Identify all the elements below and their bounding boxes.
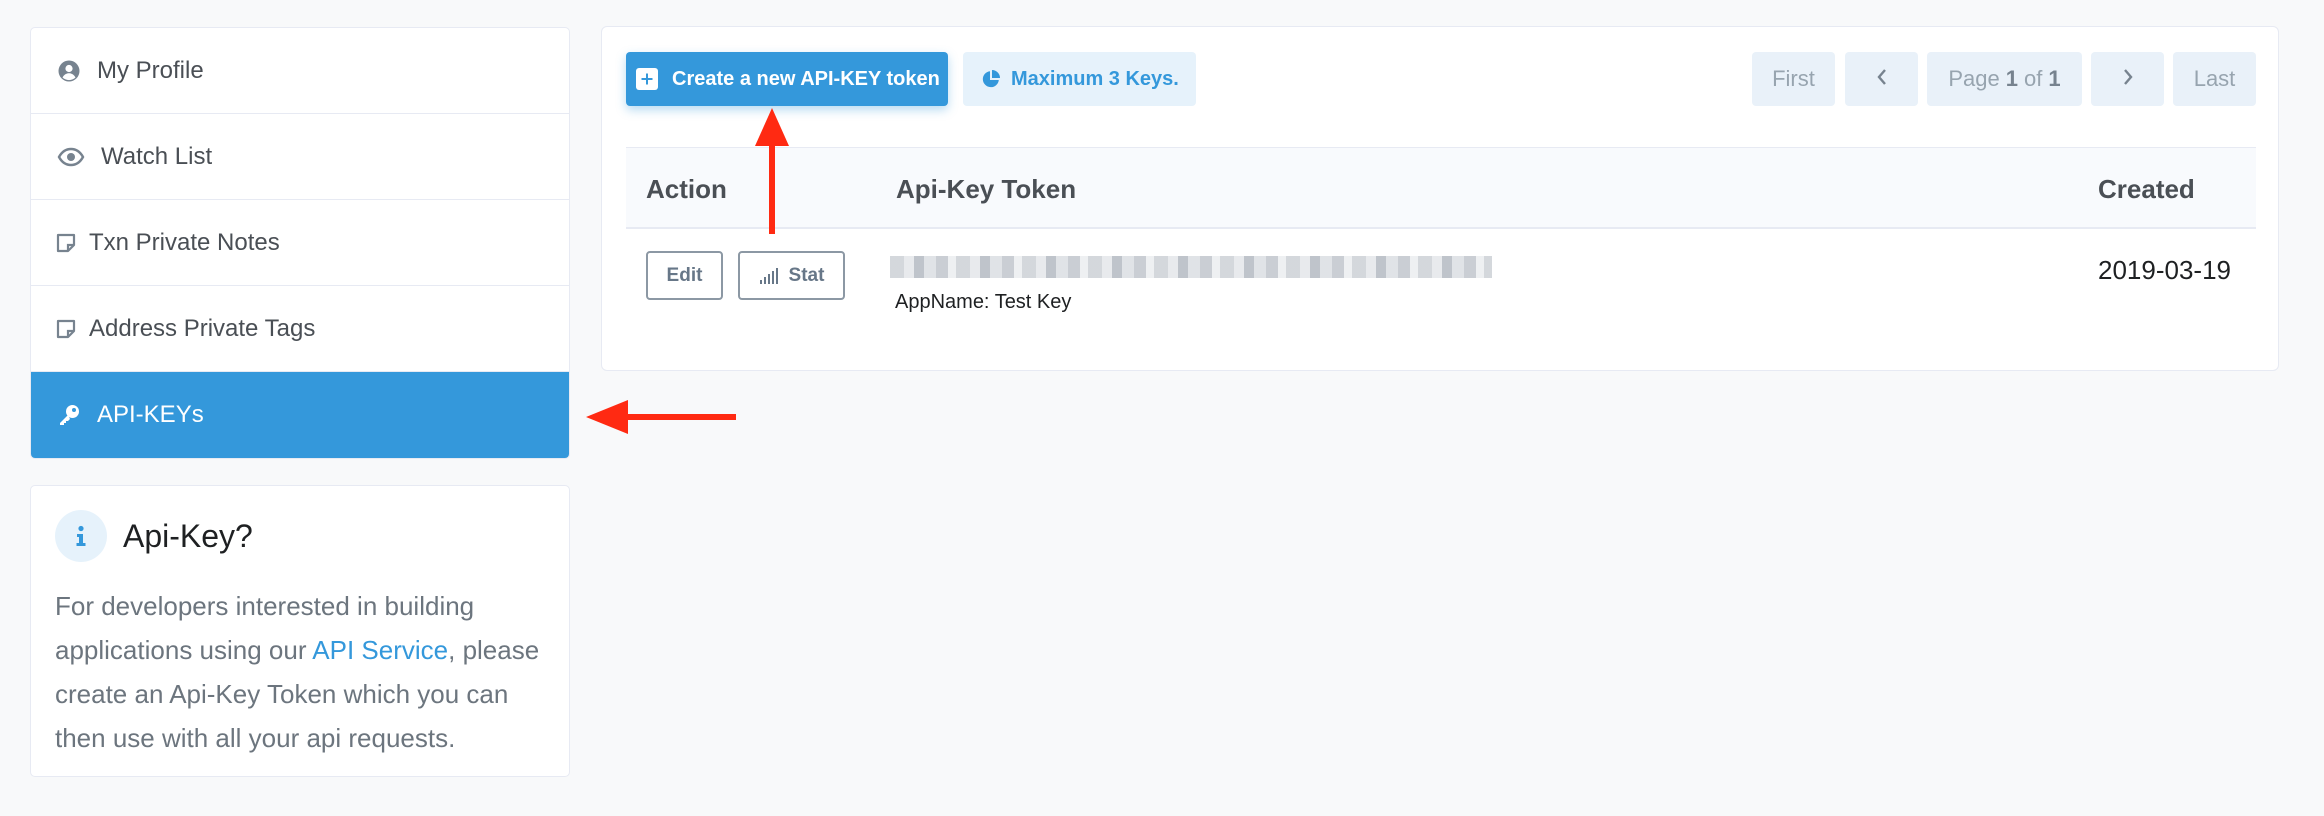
create-api-key-button[interactable]: Create a new API-KEY token <box>626 52 948 106</box>
api-key-info-card: Api-Key? For developers interested in bu… <box>30 485 570 777</box>
created-date: 2019-03-19 <box>2098 255 2231 285</box>
max-keys-badge[interactable]: Maximum 3 Keys. <box>963 52 1196 106</box>
page-prefix: Page <box>1948 66 2000 91</box>
pagination-page-indicator: Page 1 of 1 <box>1927 52 2082 106</box>
pie-chart-icon <box>981 69 1001 89</box>
column-header-created: Created <box>2098 174 2195 204</box>
sidebar-item-txn-private-notes[interactable]: Txn Private Notes <box>31 200 569 286</box>
sidebar-item-watch-list[interactable]: Watch List <box>31 114 569 200</box>
user-circle-icon <box>55 57 83 85</box>
sidebar-item-label: Address Private Tags <box>89 314 316 342</box>
stat-key-button[interactable]: Stat <box>738 251 845 300</box>
stat-key-label: Stat <box>788 264 825 286</box>
annotation-arrow-left <box>586 400 736 434</box>
app-name: AppName: Test Key <box>895 291 1072 313</box>
signal-bars-icon <box>759 267 781 284</box>
page-of: of <box>2024 66 2043 91</box>
eye-icon <box>55 143 87 171</box>
sidebar-nav: My Profile Watch List Txn Private Notes … <box>30 27 570 459</box>
create-api-key-label: Create a new API-KEY token <box>672 67 940 90</box>
pagination-next-button[interactable] <box>2091 52 2164 106</box>
plus-icon <box>636 68 658 90</box>
sidebar-item-api-keys[interactable]: API-KEYs <box>31 372 569 458</box>
pagination-last-button[interactable]: Last <box>2173 52 2256 106</box>
key-icon <box>55 401 83 429</box>
max-keys-label: Maximum 3 Keys. <box>1011 67 1179 90</box>
column-header-token: Api-Key Token <box>896 174 1077 204</box>
sidebar-item-address-private-tags[interactable]: Address Private Tags <box>31 286 569 372</box>
page: My Profile Watch List Txn Private Notes … <box>0 0 2324 816</box>
pagination-first-label: First <box>1772 66 1815 91</box>
chevron-right-icon <box>2122 66 2134 92</box>
edit-key-label: Edit <box>666 264 703 286</box>
sidebar-item-label: My Profile <box>97 56 204 84</box>
sticky-note-icon <box>55 315 77 343</box>
api-service-link[interactable]: API Service <box>312 635 448 665</box>
sidebar: My Profile Watch List Txn Private Notes … <box>30 27 570 777</box>
sidebar-item-label: Txn Private Notes <box>89 228 280 256</box>
info-icon <box>55 510 107 562</box>
sidebar-item-label: API-KEYs <box>97 401 204 428</box>
info-card-header: Api-Key? <box>55 510 545 562</box>
table-header: Action Api-Key Token Created <box>626 147 2256 229</box>
sidebar-item-label: Watch List <box>101 142 213 170</box>
api-keys-card: Create a new API-KEY token Maximum 3 Key… <box>601 26 2279 371</box>
edit-key-button[interactable]: Edit <box>646 251 723 300</box>
chevron-left-icon <box>1876 66 1888 92</box>
info-card-title: Api-Key? <box>123 517 253 554</box>
pagination-last-label: Last <box>2193 66 2236 91</box>
info-card-text: For developers interested in building ap… <box>55 584 545 760</box>
sticky-note-icon <box>55 229 77 257</box>
page-current: 1 <box>2005 66 2019 91</box>
api-key-token-redacted <box>890 256 1492 278</box>
pagination-first-button[interactable]: First <box>1752 52 1835 106</box>
page-total: 1 <box>2048 66 2061 91</box>
sidebar-item-my-profile[interactable]: My Profile <box>31 28 569 114</box>
column-header-action: Action <box>646 174 727 204</box>
pagination-prev-button[interactable] <box>1845 52 1918 106</box>
